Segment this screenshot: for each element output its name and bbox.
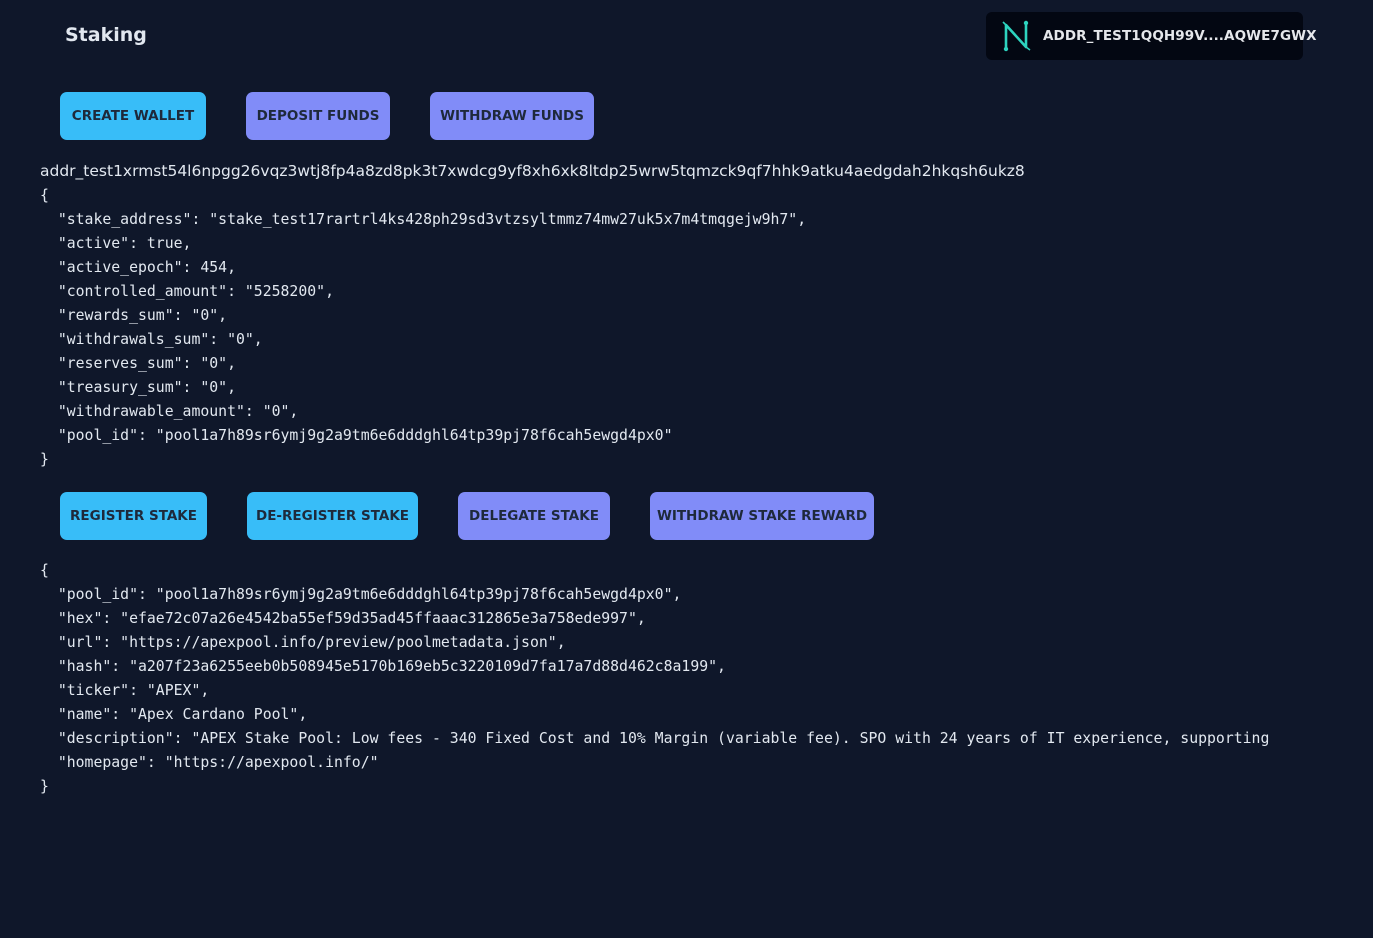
wallet-connect-button[interactable]: ADDR_TEST1QQH99V....AQWE7GWX [986,12,1317,60]
account-info-json: { "stake_address": "stake_test17rartrl4k… [40,184,806,472]
json-line: "withdrawable_amount": "0", [40,403,299,420]
json-line: "controlled_amount": "5258200", [40,283,334,300]
withdraw-stake-reward-button[interactable]: WITHDRAW STAKE REWARD [650,492,874,540]
json-line: "pool_id": "pool1a7h89sr6ymj9g2a9tm6e6dd… [40,427,673,444]
withdraw-funds-button[interactable]: WITHDRAW FUNDS [430,92,594,140]
json-line: "withdrawals_sum": "0", [40,331,263,348]
pool-info-json: { "pool_id": "pool1a7h89sr6ymj9g2a9tm6e6… [40,559,1373,799]
wallet-address-text: addr_test1xrmst54l6npgg26vqz3wtj8fp4a8zd… [40,162,1025,180]
json-line: "stake_address": "stake_test17rartrl4ks4… [40,211,807,228]
page-title: Staking [65,24,147,46]
wallet-address-label: ADDR_TEST1QQH99V....AQWE7GWX [1043,28,1317,44]
json-line: "treasury_sum": "0", [40,379,236,396]
json-line: "reserves_sum": "0", [40,355,236,372]
json-line: "hex": "efae72c07a26e4542ba55ef59d35ad45… [40,610,646,627]
json-line: "url": "https://apexpool.info/preview/po… [40,634,566,651]
register-stake-button[interactable]: REGISTER STAKE [60,492,207,540]
deposit-funds-button[interactable]: DEPOSIT FUNDS [246,92,390,140]
json-line: "name": "Apex Cardano Pool", [40,706,308,723]
json-line: "active_epoch": 454, [40,259,236,276]
json-line: "hash": "a207f23a6255eeb0b508945e5170b16… [40,658,726,675]
json-line: } [40,451,49,468]
json-line: "ticker": "APEX", [40,682,210,699]
json-line: "homepage": "https://apexpool.info/" [40,754,379,771]
json-line: "pool_id": "pool1a7h89sr6ymj9g2a9tm6e6dd… [40,586,682,603]
create-wallet-button[interactable]: CREATE WALLET [60,92,206,140]
json-line: "active": true, [40,235,192,252]
nami-logo-icon [1002,19,1032,53]
json-line: "rewards_sum": "0", [40,307,228,324]
json-line: "description": "APEX Stake Pool: Low fee… [40,730,1270,747]
delegate-stake-button[interactable]: DELEGATE STAKE [458,492,610,540]
json-line: { [40,187,49,204]
deregister-stake-button[interactable]: DE-REGISTER STAKE [247,492,418,540]
json-line: } [40,778,49,795]
json-line: { [40,562,49,579]
